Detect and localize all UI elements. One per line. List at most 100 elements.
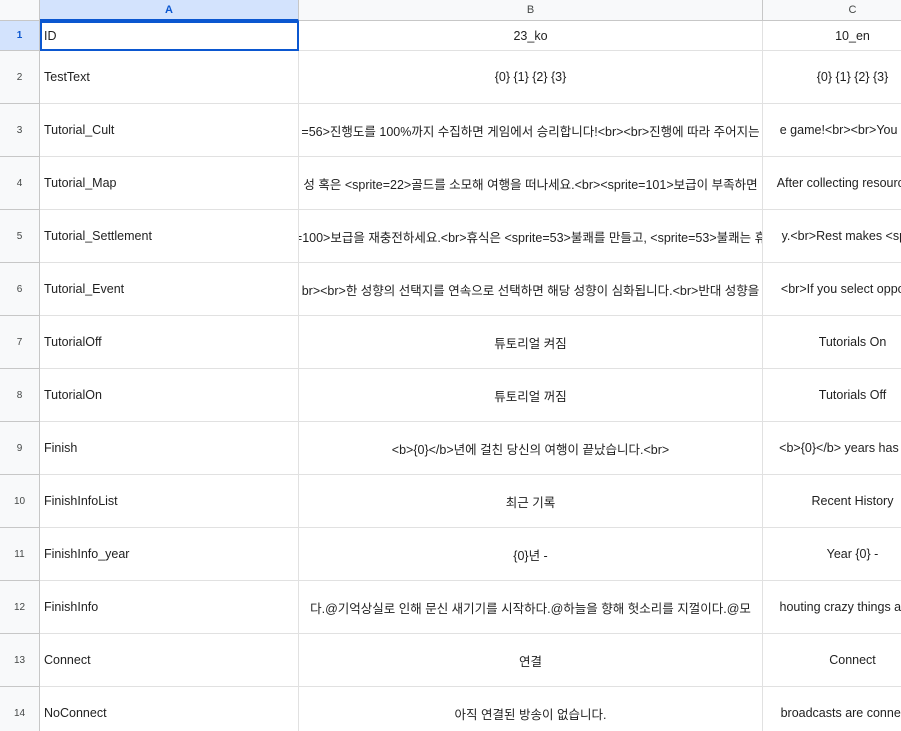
- cell-c[interactable]: broadcasts are connected: [763, 687, 901, 731]
- cell-text: 연결: [518, 654, 542, 669]
- cell-text: <br>If you select opposite: [780, 282, 901, 296]
- spreadsheet-grid: A B C 1 ID 23_ko 10_en 2 TestText {0} {1…: [0, 0, 901, 731]
- table-row: 3 Tutorial_Cult =56>진행도를 100%까지 수집하면 게임에…: [0, 104, 901, 157]
- cell-text: NoConnect: [44, 706, 107, 720]
- cell-text: <b>{0}</b> years has com: [779, 441, 901, 455]
- row-header[interactable]: 9: [0, 422, 40, 475]
- row-header[interactable]: 10: [0, 475, 40, 528]
- row-header[interactable]: 11: [0, 528, 40, 581]
- cell-text: {0} {1} {2} {3}: [816, 70, 889, 84]
- cell-c[interactable]: After collecting resources fr: [763, 157, 901, 210]
- row-header[interactable]: 14: [0, 687, 40, 731]
- cell-b[interactable]: 아직 연결된 방송이 없습니다.: [299, 687, 763, 731]
- cell-text: TestText: [44, 70, 90, 84]
- row-header[interactable]: 12: [0, 581, 40, 634]
- cell-b[interactable]: 성 혹은 <sprite=22>골드를 소모해 여행을 떠나세요.<br><sp…: [299, 157, 763, 210]
- cell-text: e game!<br><br>You rece: [779, 123, 901, 137]
- cell-a[interactable]: TutorialOn: [40, 369, 299, 422]
- table-row: 4 Tutorial_Map 성 혹은 <sprite=22>골드를 소모해 여…: [0, 157, 901, 210]
- cell-c[interactable]: Year {0} -: [763, 528, 901, 581]
- cell-c[interactable]: Tutorials On: [763, 316, 901, 369]
- cell-text: 최근 기록: [505, 495, 556, 510]
- cell-text: y.<br>Rest makes <sprite: [781, 229, 901, 243]
- cell-a[interactable]: Tutorial_Cult: [40, 104, 299, 157]
- cell-text: houting crazy things at the: [779, 600, 901, 614]
- column-header-b[interactable]: B: [299, 0, 763, 21]
- cell-c[interactable]: 10_en: [763, 21, 901, 51]
- cell-text: 튜토리얼 켜짐: [494, 336, 567, 351]
- table-row: 7 TutorialOff 튜토리얼 켜짐 Tutorials On: [0, 316, 901, 369]
- cell-c[interactable]: houting crazy things at the: [763, 581, 901, 634]
- cell-a[interactable]: Tutorial_Event: [40, 263, 299, 316]
- cell-b[interactable]: {0} {1} {2} {3}: [299, 51, 763, 104]
- cell-c[interactable]: e game!<br><br>You rece: [763, 104, 901, 157]
- cell-b[interactable]: {0}년 -: [299, 528, 763, 581]
- cell-c[interactable]: <br>If you select opposite: [763, 263, 901, 316]
- cell-text: 다.@기억상실로 인해 문신 새기기를 시작하다.@하늘을 향해 헛소리를 지껄…: [310, 601, 751, 616]
- cell-b[interactable]: 23_ko: [299, 21, 763, 51]
- row-header[interactable]: 1: [0, 21, 40, 51]
- cell-c[interactable]: y.<br>Rest makes <sprite: [763, 210, 901, 263]
- cell-b[interactable]: =56>진행도를 100%까지 수집하면 게임에서 승리합니다!<br><br>…: [299, 104, 763, 157]
- cell-c[interactable]: <b>{0}</b> years has com: [763, 422, 901, 475]
- cell-a[interactable]: FinishInfoList: [40, 475, 299, 528]
- cell-text: Year {0} -: [826, 547, 879, 561]
- cell-b[interactable]: 튜토리얼 켜짐: [299, 316, 763, 369]
- cell-a[interactable]: Finish: [40, 422, 299, 475]
- cell-text: 10_en: [835, 28, 870, 43]
- row-header[interactable]: 2: [0, 51, 40, 104]
- table-row: 13 Connect 연결 Connect: [0, 634, 901, 687]
- cell-a[interactable]: Tutorial_Map: [40, 157, 299, 210]
- table-row: 8 TutorialOn 튜토리얼 꺼짐 Tutorials Off: [0, 369, 901, 422]
- cell-text: Tutorials Off: [818, 388, 887, 402]
- cell-c[interactable]: Recent History: [763, 475, 901, 528]
- row-header[interactable]: 6: [0, 263, 40, 316]
- cell-a[interactable]: ID: [40, 21, 299, 51]
- cell-text: =100>보급을 재충전하세요.<br>휴식은 <sprite=53>불쾌를 만…: [299, 230, 763, 245]
- cell-text: FinishInfoList: [44, 494, 118, 508]
- cell-a[interactable]: Tutorial_Settlement: [40, 210, 299, 263]
- cell-c[interactable]: {0} {1} {2} {3}: [763, 51, 901, 104]
- cell-b[interactable]: 연결: [299, 634, 763, 687]
- cell-b[interactable]: 최근 기록: [299, 475, 763, 528]
- cell-text: Connect: [829, 653, 876, 667]
- table-row: 10 FinishInfoList 최근 기록 Recent History: [0, 475, 901, 528]
- cell-a[interactable]: FinishInfo: [40, 581, 299, 634]
- table-row: 1 ID 23_ko 10_en: [0, 21, 901, 51]
- table-row: 2 TestText {0} {1} {2} {3} {0} {1} {2} {…: [0, 51, 901, 104]
- cell-a[interactable]: TutorialOff: [40, 316, 299, 369]
- table-row: 6 Tutorial_Event br><br>한 성향의 선택지를 연속으로 …: [0, 263, 901, 316]
- cell-text: Tutorial_Settlement: [44, 229, 152, 243]
- cell-c[interactable]: Connect: [763, 634, 901, 687]
- cell-text: Tutorial_Event: [44, 282, 125, 296]
- row-header[interactable]: 4: [0, 157, 40, 210]
- cell-b[interactable]: 다.@기억상실로 인해 문신 새기기를 시작하다.@하늘을 향해 헛소리를 지껄…: [299, 581, 763, 634]
- table-row: 12 FinishInfo 다.@기억상실로 인해 문신 새기기를 시작하다.@…: [0, 581, 901, 634]
- table-row: 11 FinishInfo_year {0}년 - Year {0} -: [0, 528, 901, 581]
- column-header-a[interactable]: A: [40, 0, 299, 21]
- cell-text: broadcasts are connected: [780, 706, 901, 720]
- row-header[interactable]: 7: [0, 316, 40, 369]
- cell-a[interactable]: NoConnect: [40, 687, 299, 731]
- column-header-c[interactable]: C: [763, 0, 901, 21]
- cell-text: {0} {1} {2} {3}: [494, 70, 567, 84]
- cell-text: TutorialOff: [44, 335, 102, 349]
- cell-b[interactable]: br><br>한 성향의 선택지를 연속으로 선택하면 해당 성향이 심화됩니다…: [299, 263, 763, 316]
- row-header[interactable]: 13: [0, 634, 40, 687]
- cell-a[interactable]: TestText: [40, 51, 299, 104]
- row-header[interactable]: 3: [0, 104, 40, 157]
- cell-b[interactable]: <b>{0}</b>년에 걸친 당신의 여행이 끝났습니다.<br>: [299, 422, 763, 475]
- cell-b[interactable]: 튜토리얼 꺼짐: [299, 369, 763, 422]
- cell-a[interactable]: FinishInfo_year: [40, 528, 299, 581]
- cell-text: ID: [44, 28, 57, 43]
- cell-c[interactable]: Tutorials Off: [763, 369, 901, 422]
- row-header[interactable]: 8: [0, 369, 40, 422]
- cell-text: =56>진행도를 100%까지 수집하면 게임에서 승리합니다!<br><br>…: [301, 124, 760, 139]
- cell-a[interactable]: Connect: [40, 634, 299, 687]
- cell-text: Recent History: [811, 494, 894, 508]
- table-row: 5 Tutorial_Settlement =100>보급을 재충전하세요.<b…: [0, 210, 901, 263]
- cell-b[interactable]: =100>보급을 재충전하세요.<br>휴식은 <sprite=53>불쾌를 만…: [299, 210, 763, 263]
- select-all-corner[interactable]: [0, 0, 40, 21]
- cell-text: TutorialOn: [44, 388, 102, 402]
- row-header[interactable]: 5: [0, 210, 40, 263]
